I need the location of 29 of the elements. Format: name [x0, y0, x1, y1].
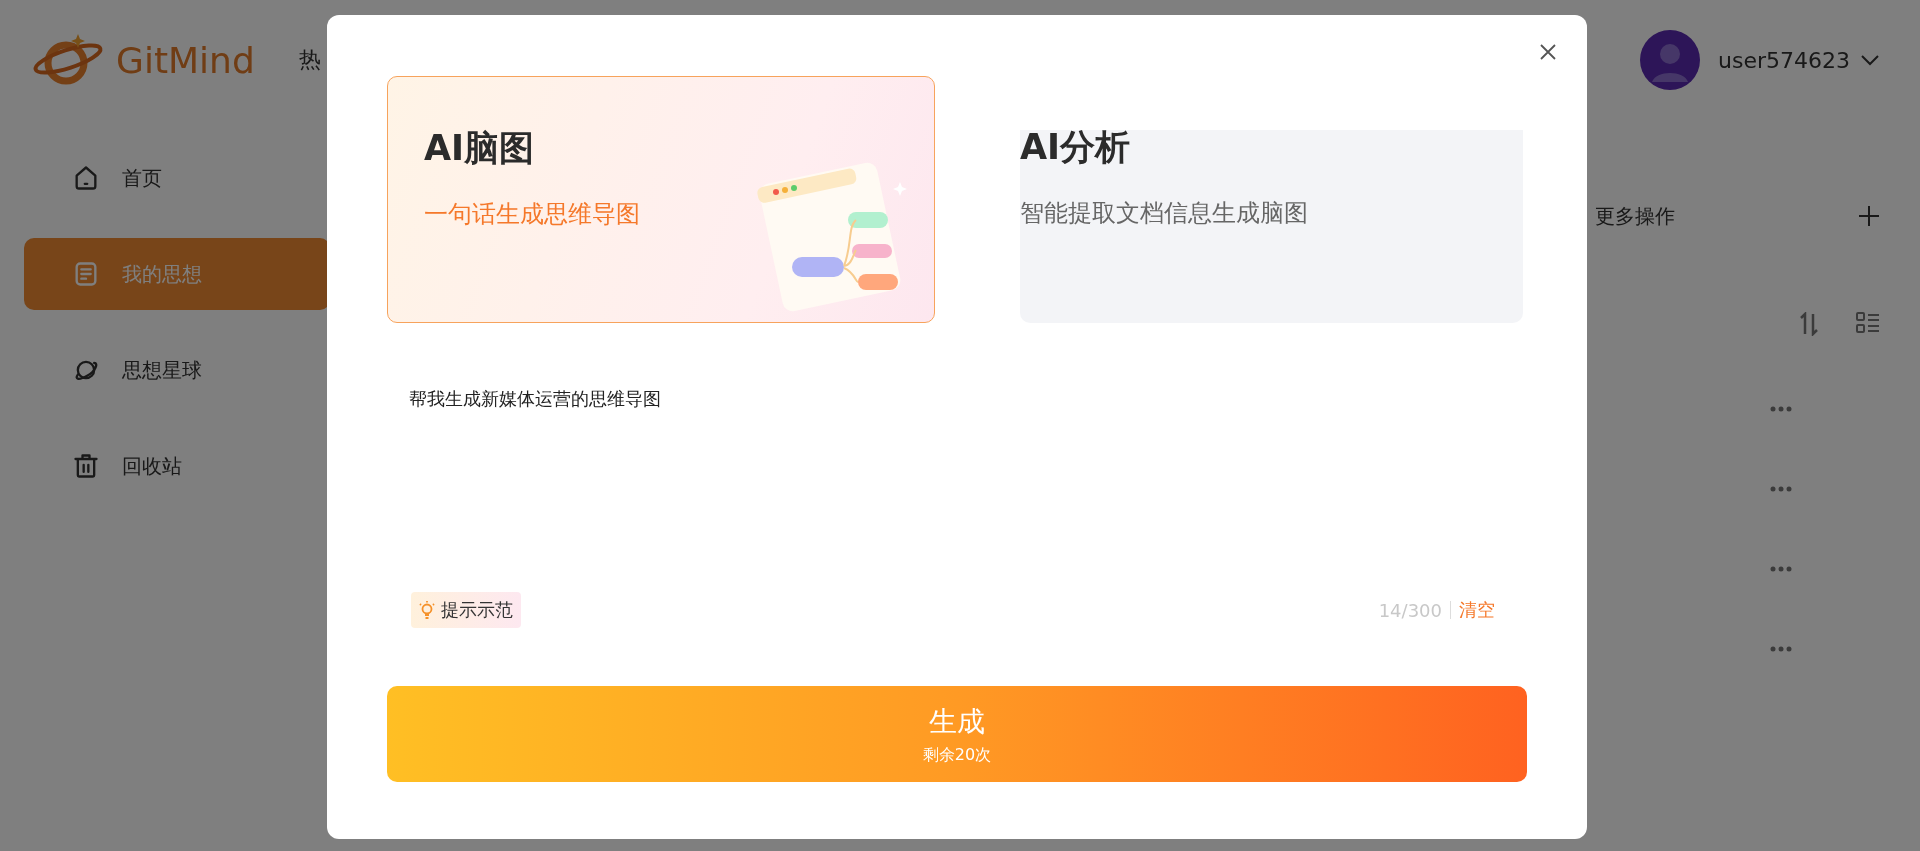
lightbulb-icon — [417, 600, 437, 620]
chevron-down-icon[interactable] — [1860, 54, 1880, 66]
user-name[interactable]: user574623 — [1718, 47, 1850, 73]
generate-label: 生成 — [929, 703, 985, 740]
card-title: AI脑图 — [424, 127, 536, 170]
close-icon — [1539, 43, 1557, 61]
nav-link[interactable]: 热 — [298, 45, 321, 75]
sidebar-item[interactable]: 首页 — [24, 142, 330, 214]
more-icon[interactable] — [1770, 486, 1792, 492]
more-actions-link[interactable]: 更多操作 — [1595, 202, 1675, 230]
card-subtitle: 智能提取文档信息生成脑图 — [1020, 198, 1309, 229]
trash-icon — [72, 452, 100, 480]
more-icon[interactable] — [1770, 406, 1792, 412]
card-subtitle: 一句话生成思维导图 — [424, 199, 641, 230]
sort-icon[interactable] — [1798, 312, 1820, 336]
prompt-field[interactable]: 帮我生成新媒体运营的思维导图 — [409, 387, 1509, 592]
avatar-icon[interactable] — [1640, 30, 1701, 90]
list-view-icon[interactable] — [1856, 312, 1880, 334]
plus-icon[interactable] — [1858, 205, 1880, 227]
clear-link[interactable]: 清空 — [1459, 598, 1495, 622]
more-icon[interactable] — [1770, 566, 1792, 572]
sidebar-item[interactable]: 回收站 — [24, 430, 330, 502]
hint-button[interactable]: 提示示范 — [411, 592, 521, 628]
more-icon[interactable] — [1770, 646, 1792, 652]
remaining-count: 剩余20次 — [922, 744, 992, 766]
sidebar-item[interactable]: 思想星球 — [24, 334, 330, 406]
logo-text: GitMind — [116, 39, 255, 81]
card-title: AI分析 — [1020, 126, 1132, 169]
mode-card[interactable]: AI脑图 一句话生成思维导图 — [387, 76, 935, 323]
